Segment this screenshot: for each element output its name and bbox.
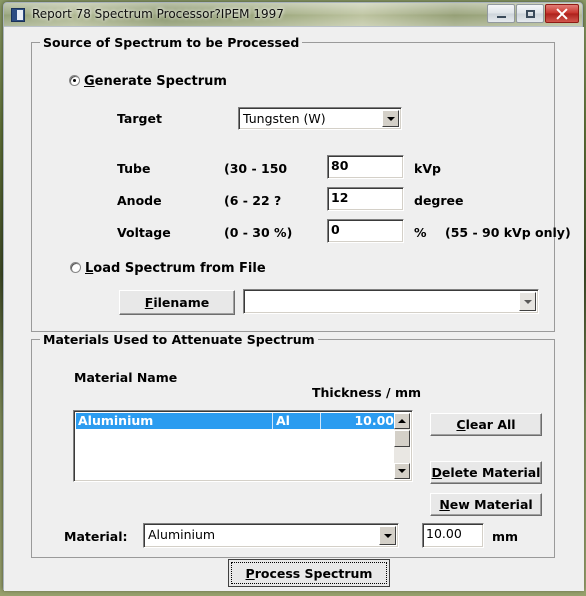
- radio-dot-icon: [69, 75, 80, 86]
- voltage-label: Voltage: [117, 225, 171, 240]
- app-icon: [11, 8, 25, 22]
- client-area: Source of Spectrum to be Processed Gener…: [4, 27, 584, 591]
- materials-group-title: Materials Used to Attenuate Spectrum: [40, 332, 318, 347]
- generate-spectrum-radio[interactable]: Generate Spectrum: [69, 74, 227, 89]
- anode-angle-input[interactable]: 12: [327, 187, 404, 211]
- scroll-up-icon[interactable]: [394, 413, 410, 429]
- anode-label: Anode: [117, 193, 162, 208]
- materials-group-box: Materials Used to Attenuate Spectrum Mat…: [31, 332, 555, 558]
- list-item-symbol: Al: [276, 413, 290, 428]
- new-material-label: ew Material: [449, 497, 533, 512]
- filename-combobox[interactable]: [243, 289, 539, 314]
- material-combobox[interactable]: Aluminium: [143, 523, 399, 548]
- clear-all-label: lear All: [465, 417, 516, 432]
- thickness-unit-label: mm: [492, 529, 519, 544]
- material-combobox-value: Aluminium: [148, 527, 216, 542]
- process-spectrum-button[interactable]: Process Spectrum: [228, 559, 390, 587]
- generate-spectrum-label: enerate Spectrum: [94, 74, 227, 89]
- thickness-input[interactable]: 10.00: [422, 523, 484, 548]
- filename-button[interactable]: Filename: [119, 290, 235, 315]
- materials-list[interactable]: Aluminium Al 10.00: [73, 410, 413, 482]
- load-spectrum-radio[interactable]: Load Spectrum from File: [70, 261, 266, 276]
- window-title: Report 78 Spectrum Processor?IPEM 1997: [32, 7, 284, 21]
- tube-voltage-input[interactable]: 80: [327, 155, 404, 179]
- target-label: Target: [117, 111, 162, 126]
- list-item[interactable]: Aluminium Al 10.00: [76, 413, 410, 429]
- radio-dot-icon: [70, 262, 81, 273]
- new-material-button[interactable]: New Material: [430, 493, 542, 516]
- list-item-thickness: 10.00: [354, 413, 394, 428]
- focus-rectangle: [231, 562, 387, 584]
- chevron-down-icon[interactable]: [382, 110, 399, 127]
- target-combobox[interactable]: Tungsten (W): [238, 107, 402, 130]
- anode-unit-label: degree: [414, 193, 464, 208]
- close-button[interactable]: [545, 4, 579, 23]
- chevron-down-icon[interactable]: [379, 526, 396, 545]
- voltage-note-label: (55 - 90 kVp only): [445, 225, 571, 240]
- delete-material-label: elete Material: [441, 465, 541, 480]
- filename-button-label: ilename: [153, 295, 210, 310]
- source-group-title: Source of Spectrum to be Processed: [40, 35, 303, 50]
- clear-all-accel: C: [456, 417, 466, 432]
- application-window: Report 78 Spectrum Processor?IPEM 1997 S…: [3, 2, 584, 591]
- source-group-box: Source of Spectrum to be Processed Gener…: [31, 35, 571, 332]
- column-separator: [272, 413, 273, 429]
- voltage-ripple-input[interactable]: 0: [327, 219, 404, 243]
- chevron-down-icon[interactable]: [519, 292, 536, 311]
- material-name-column-header: Material Name: [74, 370, 178, 385]
- load-spectrum-label: oad Spectrum from File: [93, 261, 266, 276]
- scrollbar-thumb[interactable]: [394, 430, 410, 447]
- list-item-name: Aluminium: [78, 413, 154, 428]
- new-material-accel: N: [439, 497, 450, 512]
- voltage-unit-label: %: [414, 225, 427, 240]
- target-combobox-value: Tungsten (W): [243, 111, 326, 126]
- delete-material-button[interactable]: Delete Material: [430, 461, 542, 484]
- maximize-button[interactable]: [516, 4, 544, 23]
- material-select-label: Material:: [64, 529, 128, 544]
- generate-spectrum-accel: G: [84, 74, 95, 89]
- thickness-column-header: Thickness / mm: [312, 385, 422, 400]
- tube-unit-label: kVp: [414, 161, 441, 176]
- tube-range-label: (30 - 150: [224, 161, 288, 176]
- scroll-down-icon[interactable]: [394, 463, 410, 479]
- title-bar[interactable]: Report 78 Spectrum Processor?IPEM 1997: [4, 3, 582, 27]
- delete-material-accel: D: [431, 465, 442, 480]
- anode-range-label: (6 - 22 ?: [224, 193, 282, 208]
- minimize-button[interactable]: [487, 4, 515, 23]
- voltage-range-label: (0 - 30 %): [224, 225, 293, 240]
- clear-all-button[interactable]: Clear All: [430, 413, 542, 436]
- column-separator: [320, 413, 321, 429]
- tube-label: Tube: [117, 161, 151, 176]
- materials-list-scrollbar[interactable]: [394, 413, 410, 479]
